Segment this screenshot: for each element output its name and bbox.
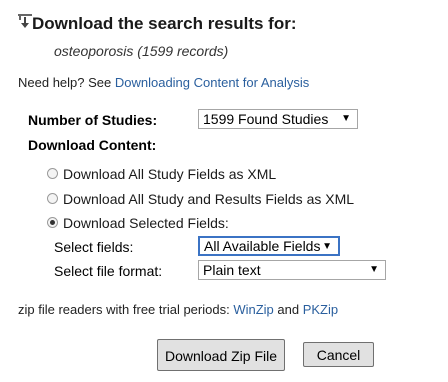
cancel-button[interactable]: Cancel: [303, 342, 374, 367]
pkzip-link[interactable]: PKZip: [303, 302, 338, 317]
zip-prefix: zip file readers with free trial periods…: [18, 302, 234, 317]
help-link[interactable]: Downloading Content for Analysis: [115, 75, 309, 90]
radio-label: Download Selected Fields:: [63, 215, 229, 231]
help-text: Need help? See Downloading Content for A…: [18, 75, 309, 90]
radio-button[interactable]: [47, 193, 58, 204]
winzip-link[interactable]: WinZip: [233, 302, 273, 317]
dropdown-arrow-icon: ▼: [341, 113, 351, 124]
radio-button[interactable]: [47, 168, 58, 179]
radio-label: Download All Study Fields as XML: [63, 166, 277, 182]
download-zip-button[interactable]: Download Zip File: [157, 339, 285, 371]
file-format-label: Select file format:: [54, 263, 163, 279]
fields-select-value: All Available Fields: [204, 238, 321, 254]
select-fields-label: Select fields:: [54, 239, 134, 255]
dropdown-arrow-icon: ▼: [369, 264, 379, 275]
fields-select[interactable]: All Available Fields ▼: [198, 236, 340, 256]
radio-button-checked[interactable]: [47, 217, 58, 228]
studies-select-value: 1599 Found Studies: [203, 111, 329, 127]
studies-label: Number of Studies:: [28, 112, 158, 128]
help-prefix: Need help? See: [18, 75, 115, 90]
radio-label: Download All Study and Results Fields as…: [63, 191, 355, 207]
studies-select[interactable]: 1599 Found Studies ▼: [198, 109, 358, 129]
dropdown-arrow-icon: ▼: [322, 241, 332, 252]
zip-readers-text: zip file readers with free trial periods…: [18, 302, 338, 317]
page-title: Download the search results for:: [32, 14, 297, 33]
record-count: (1599 records): [137, 43, 229, 59]
search-query: osteoporosis (1599 records): [54, 43, 228, 59]
download-content-label: Download Content:: [28, 137, 157, 153]
file-format-value: Plain text: [203, 262, 261, 278]
zip-and: and: [273, 302, 303, 317]
file-format-select[interactable]: Plain text ▼: [198, 260, 386, 280]
download-icon: [18, 14, 32, 28]
query-term: osteoporosis: [54, 43, 134, 59]
